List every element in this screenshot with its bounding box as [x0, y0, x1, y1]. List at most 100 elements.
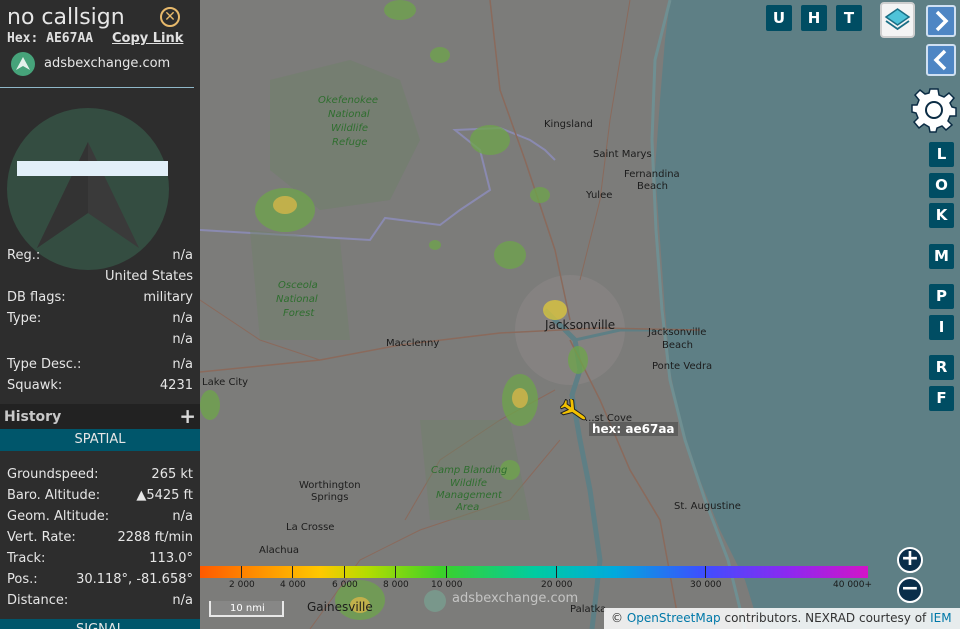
row-value: military: [143, 290, 193, 305]
toggle-p-button[interactable]: P: [929, 284, 954, 309]
row-key: Pos.:: [7, 572, 38, 587]
toggle-f-button[interactable]: F: [929, 386, 954, 411]
toggle-r-button[interactable]: R: [929, 355, 954, 380]
park-label-osceola-3: Forest: [283, 308, 315, 319]
park-label-camp-blanding-3: Management: [436, 490, 502, 501]
info-row-baro-altitude: Baro. Altitude: ▲5425 ft: [7, 488, 193, 506]
close-icon[interactable]: ✕: [160, 7, 180, 27]
place-label-gainesville: Gainesville: [307, 600, 373, 614]
row-key: Track:: [7, 551, 46, 566]
hex-label: Hex: AE67AA: [7, 31, 94, 46]
toggle-k-button[interactable]: K: [929, 203, 954, 228]
aircraft-icon[interactable]: [560, 399, 590, 425]
park-label-camp-blanding-4: Area: [456, 502, 480, 513]
altitude-label: 30 000: [690, 580, 722, 590]
place-label-kingsland: Kingsland: [544, 119, 593, 130]
place-label-la-crosse: La Crosse: [286, 522, 335, 533]
spatial-section-header[interactable]: SPATIAL: [0, 429, 200, 451]
place-label-macclenny: Macclenny: [386, 338, 440, 349]
info-row-geom-altitude: Geom. Altitude: n/a: [7, 509, 193, 527]
adsbexchange-logo-icon[interactable]: [11, 52, 35, 76]
altitude-label: 8 000: [383, 580, 409, 590]
toggle-i-button[interactable]: I: [929, 315, 954, 340]
park-label-okefenokee-3: Wildlife: [331, 123, 369, 134]
copy-link-button[interactable]: Copy Link: [112, 31, 183, 46]
info-row-vert-rate: Vert. Rate: 2288 ft/min: [7, 530, 193, 548]
chevron-right-icon[interactable]: [926, 5, 956, 37]
row-value: 2288 ft/min: [117, 530, 193, 545]
row-value: 265 kt: [151, 467, 193, 482]
callsign-title: no callsign: [7, 5, 125, 30]
info-row-groundspeed: Groundspeed: 265 kt: [7, 467, 193, 485]
altitude-label: 6 000: [332, 580, 358, 590]
altitude-tick: [241, 566, 242, 578]
place-label-jax-beach: Jacksonville: [648, 327, 707, 338]
scale-bar: 10 nmi: [209, 601, 284, 617]
row-value: n/a: [172, 357, 193, 372]
toggle-m-button[interactable]: M: [929, 244, 954, 269]
watermark-text: adsbexchange.com: [452, 591, 579, 606]
openstreetmap-link[interactable]: OpenStreetMap: [627, 611, 721, 625]
row-value: 4231: [159, 378, 193, 393]
place-label-yulee: Yulee: [586, 190, 613, 201]
row-value: 30.118°, -81.658°: [76, 572, 193, 587]
toggle-u-button[interactable]: U: [766, 5, 792, 31]
place-label-alachua: Alachua: [259, 545, 300, 556]
toggle-h-button[interactable]: H: [801, 5, 827, 31]
info-row-distance: Distance: n/a: [7, 593, 193, 611]
altitude-label: 4 000: [280, 580, 306, 590]
place-label-saint-marys: Saint Marys: [593, 149, 652, 160]
signal-section-header[interactable]: SIGNAL: [0, 619, 200, 629]
toggle-l-button[interactable]: L: [929, 142, 954, 167]
attribution-prefix: ©: [611, 611, 627, 625]
toggle-t-button[interactable]: T: [836, 5, 862, 31]
row-key: Geom. Altitude:: [7, 509, 110, 524]
place-label-lake-city: Lake City: [202, 377, 249, 388]
toggle-o-button[interactable]: O: [929, 173, 954, 198]
park-label-camp-blanding: Camp Blanding: [431, 465, 508, 476]
iem-link[interactable]: IEM: [930, 611, 951, 625]
watermark-logo-icon: [424, 590, 446, 612]
map-attribution: © OpenStreetMap contributors. NEXRAD cou…: [604, 608, 960, 629]
row-value: n/a: [172, 593, 193, 608]
altitude-label: 20 000: [541, 580, 573, 590]
attribution-text: contributors. NEXRAD courtesy of: [720, 611, 931, 625]
info-row-db-flags: DB flags: military: [7, 290, 193, 308]
row-key: Groundspeed:: [7, 467, 99, 482]
info-row-position: Pos.: 30.118°, -81.658°: [7, 572, 193, 590]
layers-icon[interactable]: [880, 2, 915, 38]
place-label-st-augustine: St. Augustine: [674, 501, 741, 512]
row-value: n/a: [172, 509, 193, 524]
altitude-label: 2 000: [229, 580, 255, 590]
row-key: Reg.:: [7, 248, 41, 263]
info-row-type: Type: n/a: [7, 311, 193, 329]
info-row-track: Track: 113.0°: [7, 551, 193, 569]
park-label-okefenokee-2: National: [328, 109, 370, 120]
row-key: DB flags:: [7, 290, 66, 305]
history-label: History: [4, 409, 62, 425]
zoom-in-button[interactable]: +: [897, 547, 923, 573]
altitude-tick: [344, 566, 345, 578]
zoom-out-button[interactable]: −: [897, 577, 923, 603]
altitude-tick: [292, 566, 293, 578]
expand-plus-icon[interactable]: +: [179, 404, 196, 428]
aircraft-label[interactable]: hex: ae67aa: [589, 422, 678, 436]
info-row-type-desc: Type Desc.: n/a: [7, 357, 193, 375]
row-value: 113.0°: [149, 551, 193, 566]
history-section-header[interactable]: History +: [0, 404, 200, 430]
place-label-jax-beach-2: Beach: [662, 340, 693, 351]
altitude-color-legend: [200, 566, 868, 578]
park-label-okefenokee-4: Refuge: [332, 137, 368, 148]
row-key: Squawk:: [7, 378, 63, 393]
adsbexchange-link[interactable]: adsbexchange.com: [44, 56, 170, 71]
aircraft-info-sidebar: no callsign ✕ Hex: AE67AA Copy Link adsb…: [0, 0, 200, 629]
row-key: Baro. Altitude:: [7, 488, 101, 503]
altitude-tick: [556, 566, 557, 578]
divider: [0, 87, 194, 88]
park-label-osceola-2: National: [276, 294, 318, 305]
map-view[interactable]: Kingsland Saint Marys Fernandina Beach Y…: [200, 0, 960, 629]
row-value: United States: [104, 269, 193, 284]
place-label-worthington-2: Springs: [311, 492, 349, 503]
chevron-left-icon[interactable]: [926, 44, 956, 76]
gear-icon[interactable]: [911, 87, 957, 133]
